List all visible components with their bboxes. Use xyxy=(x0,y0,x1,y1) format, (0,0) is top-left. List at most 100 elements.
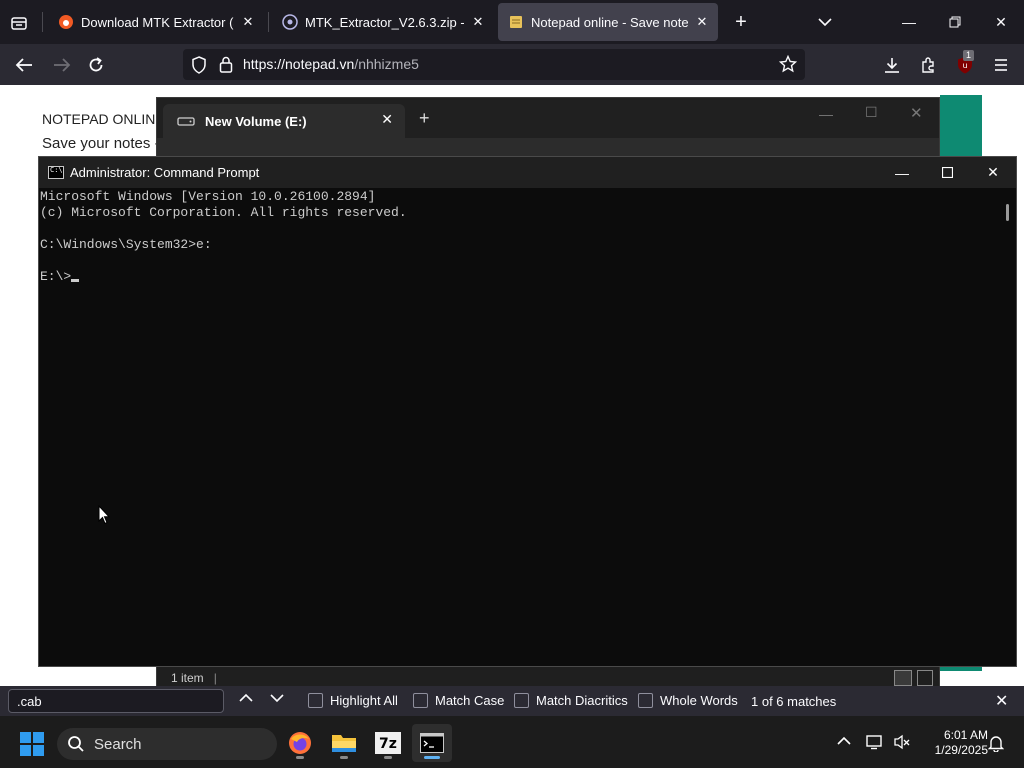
cmd-maximize-button[interactable] xyxy=(924,157,970,188)
close-icon[interactable]: ✕ xyxy=(470,14,486,30)
explorer-tab-new-volume[interactable]: New Volume (E:) ✕ xyxy=(163,104,405,138)
explorer-minimize-button[interactable]: — xyxy=(819,106,833,122)
firefox-view-icon xyxy=(11,17,27,30)
tab-notepad-online[interactable]: Notepad online - Save notes on ✕ xyxy=(498,3,718,41)
chevron-down-icon xyxy=(818,18,832,27)
minimize-icon: — xyxy=(895,164,909,181)
find-previous-button[interactable] xyxy=(239,691,253,706)
taskbar-file-explorer[interactable] xyxy=(324,724,364,762)
url-text[interactable]: https://notepad.vn/nhhizme5 xyxy=(243,56,419,72)
ublock-origin-button[interactable]: u 1 xyxy=(953,50,977,77)
arrow-right-icon xyxy=(54,58,71,72)
text-cursor xyxy=(71,279,80,282)
start-button[interactable] xyxy=(20,732,44,759)
find-next-button[interactable] xyxy=(270,691,284,706)
close-icon[interactable]: ✕ xyxy=(381,111,393,128)
console-output[interactable]: Microsoft Windows [Version 10.0.26100.28… xyxy=(40,189,407,285)
taskbar-7zip[interactable]: 7z xyxy=(368,724,408,762)
network-status-button[interactable] xyxy=(866,734,884,753)
checkbox-box[interactable] xyxy=(413,693,428,708)
close-icon: ✕ xyxy=(987,164,999,180)
checkbox-box[interactable] xyxy=(638,693,653,708)
shield-icon[interactable] xyxy=(191,56,207,74)
checkbox-box[interactable] xyxy=(308,693,323,708)
tab-mtk-extractor-download[interactable]: Download MTK Extractor (all ve ✕ xyxy=(48,3,264,41)
match-case-checkbox[interactable]: Match Case xyxy=(413,693,504,708)
page-heading: NOTEPAD ONLINE xyxy=(42,111,165,127)
running-indicator xyxy=(384,756,392,759)
tab-mtk-extractor-zip[interactable]: MTK_Extractor_V2.6.3.zip - Andr ✕ xyxy=(272,3,494,41)
firefox-icon xyxy=(289,732,311,754)
url-path: /nhhizme5 xyxy=(354,56,419,72)
close-find-bar-button[interactable]: ✕ xyxy=(995,691,1008,711)
downloads-button[interactable] xyxy=(880,53,904,77)
taskbar-search-box[interactable]: Search xyxy=(57,728,277,760)
bookmark-star-icon[interactable] xyxy=(779,55,797,73)
system-clock[interactable]: 6:01 AM 1/29/2025 xyxy=(918,728,988,758)
extensions-button[interactable] xyxy=(917,53,941,77)
7zip-icon: 7z xyxy=(375,732,401,754)
notepad-icon xyxy=(510,16,522,28)
cmd-scrollbar-thumb[interactable] xyxy=(1006,204,1009,221)
notifications-button[interactable] xyxy=(987,734,1005,755)
explorer-new-tab-button[interactable]: + xyxy=(419,108,430,129)
list-all-tabs-button[interactable] xyxy=(814,11,836,33)
taskbar-firefox[interactable] xyxy=(280,724,320,762)
command-prompt-window[interactable]: Administrator: Command Prompt — ✕ Micros… xyxy=(38,156,1017,667)
highlight-all-checkbox[interactable]: Highlight All xyxy=(308,693,398,708)
checkbox-box[interactable] xyxy=(514,693,529,708)
restore-button[interactable] xyxy=(932,0,978,44)
close-window-button[interactable]: ✕ xyxy=(978,0,1024,44)
running-indicator xyxy=(340,756,348,759)
chevron-down-icon xyxy=(270,694,284,703)
cmd-title-bar: Administrator: Command Prompt — ✕ xyxy=(39,157,1016,188)
maximize-icon: ☐ xyxy=(865,104,878,120)
maximize-icon xyxy=(941,167,953,178)
new-tab-button[interactable]: + xyxy=(730,11,752,33)
tab-title: MTK_Extractor_V2.6.3.zip - Andr xyxy=(305,14,464,30)
minimize-icon: — xyxy=(902,14,916,30)
checkbox-label: Match Diacritics xyxy=(536,693,628,708)
svg-text:u: u xyxy=(962,61,967,70)
chevron-up-icon xyxy=(837,736,851,745)
tiles-view-icon[interactable] xyxy=(917,670,933,686)
address-bar[interactable]: https://notepad.vn/nhhizme5 xyxy=(183,49,805,80)
console-prompt: E:\> xyxy=(40,269,72,284)
minimize-button[interactable]: — xyxy=(886,0,932,44)
show-hidden-icons-button[interactable] xyxy=(836,734,852,749)
explorer-close-button[interactable]: ✕ xyxy=(910,104,923,122)
volume-button[interactable] xyxy=(893,734,911,753)
drive-icon xyxy=(177,117,195,126)
cmd-icon xyxy=(48,166,64,179)
browser-tab-bar: Download MTK Extractor (all ve ✕ MTK_Ext… xyxy=(0,0,1024,44)
chevron-up-icon xyxy=(239,693,253,702)
status-divider: | xyxy=(213,671,217,685)
lock-icon[interactable] xyxy=(219,56,233,73)
taskbar-terminal[interactable] xyxy=(412,724,452,762)
close-icon[interactable]: ✕ xyxy=(694,14,710,30)
globe-eye-icon xyxy=(282,14,298,30)
find-input[interactable] xyxy=(8,689,224,713)
cmd-minimize-button[interactable]: — xyxy=(879,157,925,188)
plus-icon: + xyxy=(419,108,430,128)
checkbox-label: Whole Words xyxy=(660,693,738,708)
running-indicator xyxy=(296,756,304,759)
extension-badge: 1 xyxy=(963,50,975,61)
whole-words-checkbox[interactable]: Whole Words xyxy=(638,693,738,708)
cmd-close-button[interactable]: ✕ xyxy=(970,157,1016,188)
match-diacritics-checkbox[interactable]: Match Diacritics xyxy=(514,693,628,708)
explorer-maximize-button[interactable]: ☐ xyxy=(865,104,878,121)
puzzle-icon xyxy=(922,57,934,73)
details-view-icon[interactable] xyxy=(894,670,912,686)
firefox-view-button[interactable] xyxy=(8,12,30,34)
checkbox-label: Highlight All xyxy=(330,693,398,708)
app-menu-button[interactable] xyxy=(989,53,1013,77)
reload-button[interactable] xyxy=(84,53,108,77)
clock-date: 1/29/2025 xyxy=(934,743,988,757)
close-icon[interactable]: ✕ xyxy=(240,14,256,30)
explorer-tab-title: New Volume (E:) xyxy=(205,113,307,129)
hamburger-menu-icon xyxy=(995,59,1007,71)
back-button[interactable] xyxy=(12,53,36,77)
forward-button[interactable] xyxy=(50,53,74,77)
